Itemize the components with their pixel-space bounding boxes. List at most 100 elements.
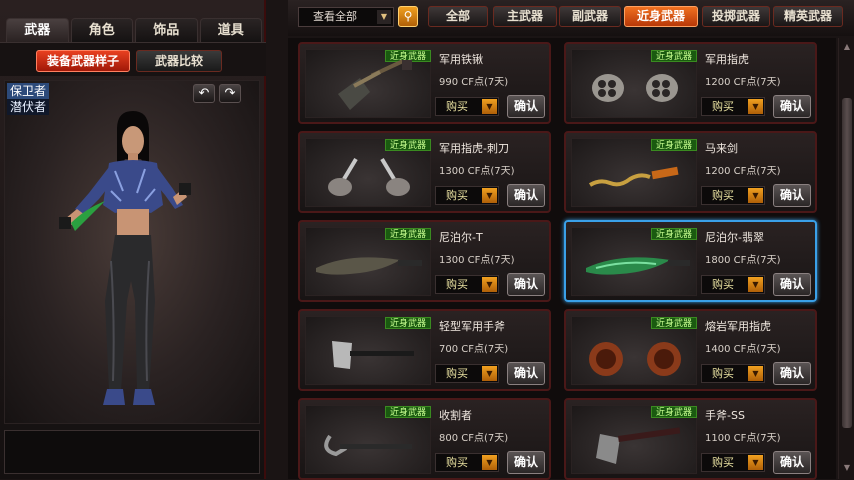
category-all[interactable]: 全部: [428, 6, 488, 27]
category-secondary[interactable]: 副武器: [559, 6, 621, 27]
confirm-button[interactable]: 确认: [507, 451, 545, 474]
item-price: 1200 CF点(7天): [705, 77, 781, 88]
item-price: 800 CF点(7天): [439, 433, 509, 444]
confirm-button[interactable]: 确认: [773, 362, 811, 385]
grid-scrollbar[interactable]: ▲ ▼: [838, 38, 854, 479]
knuckles-icon: [592, 74, 678, 102]
item-thumbnail: 近身武器: [571, 316, 697, 385]
item-name: 手斧-SS: [705, 409, 745, 422]
confirm-button[interactable]: 确认: [507, 184, 545, 207]
chevron-down-icon[interactable]: ▼: [482, 277, 497, 292]
chevron-down-icon[interactable]: ▼: [748, 455, 763, 470]
item-name: 尼泊尔-翡翠: [705, 231, 764, 244]
tab-weapons[interactable]: 武器: [6, 18, 69, 42]
chevron-down-icon[interactable]: ▼: [748, 99, 763, 114]
item-name: 熔岩军用指虎: [705, 320, 771, 333]
character-preview: 保卫者 潜伏者 ↶ ↷: [4, 80, 260, 424]
item-price: 700 CF点(7天): [439, 344, 509, 355]
item-card[interactable]: 近身武器 熔岩军用指虎 1400 CF点(7天) 购买 ▼ 确认: [564, 309, 817, 391]
item-name: 马来剑: [705, 142, 738, 155]
mode-defender[interactable]: 保卫者: [7, 83, 50, 99]
confirm-button[interactable]: 确认: [773, 273, 811, 296]
category-elite[interactable]: 精英武器: [773, 6, 843, 27]
item-grid: 近身武器 军用铁锹 990 CF点(7天) 购买 ▼ 确认 近身武器 军用指虎 …: [288, 38, 836, 480]
item-name: 军用铁锹: [439, 53, 483, 66]
buy-label: 购买: [712, 100, 734, 113]
buy-dropdown[interactable]: 购买 ▼: [701, 275, 765, 294]
chevron-down-icon[interactable]: ▼: [748, 188, 763, 203]
item-thumbnail: 近身武器: [571, 227, 697, 296]
buy-dropdown[interactable]: 购买 ▼: [435, 364, 499, 383]
item-price: 1300 CF点(7天): [439, 255, 515, 266]
reaper-icon: [324, 434, 412, 457]
item-price: 1300 CF点(7天): [439, 166, 515, 177]
confirm-button[interactable]: 确认: [773, 95, 811, 118]
chevron-down-icon[interactable]: ▼: [748, 366, 763, 381]
buy-dropdown[interactable]: 购买 ▼: [701, 97, 765, 116]
chevron-down-icon[interactable]: ▼: [748, 277, 763, 292]
kukri-jade-icon: [586, 257, 690, 275]
equip-sample-button[interactable]: 装备武器样子: [36, 50, 130, 72]
buy-dropdown[interactable]: 购买 ▼: [435, 453, 499, 472]
mode-list: 保卫者 潜伏者: [7, 83, 50, 115]
scroll-up-icon[interactable]: ▲: [841, 42, 853, 54]
buy-dropdown[interactable]: 购买 ▼: [435, 97, 499, 116]
scroll-down-icon[interactable]: ▼: [841, 463, 853, 475]
scroll-thumb[interactable]: [842, 98, 852, 428]
tab-items[interactable]: 道具: [199, 18, 262, 42]
rotate-right-button[interactable]: ↷: [219, 84, 241, 103]
category-melee[interactable]: 近身武器: [624, 6, 698, 27]
item-card[interactable]: 近身武器 收割者 800 CF点(7天) 购买 ▼ 确认: [298, 398, 551, 480]
hatchet-icon: [332, 341, 414, 369]
item-card[interactable]: 近身武器 马来剑 1200 CF点(7天) 购买 ▼ 确认: [564, 131, 817, 213]
knuckle-knife-icon: [328, 157, 410, 196]
item-card-selected[interactable]: 近身武器 尼泊尔-翡翠 1800 CF点(7天) 购买 ▼ 确认: [564, 220, 817, 302]
chevron-down-icon[interactable]: ▼: [377, 10, 391, 24]
buy-label: 购买: [712, 367, 734, 380]
item-card[interactable]: 近身武器 手斧-SS 1100 CF点(7天) 购买 ▼ 确认: [564, 398, 817, 480]
chevron-down-icon[interactable]: ▼: [482, 455, 497, 470]
item-card[interactable]: 近身武器 军用铁锹 990 CF点(7天) 购买 ▼ 确认: [298, 42, 551, 124]
chevron-down-icon[interactable]: ▼: [482, 99, 497, 114]
buy-dropdown[interactable]: 购买 ▼: [701, 364, 765, 383]
buy-label: 购买: [446, 367, 468, 380]
search-icon[interactable]: ⚲: [398, 6, 418, 27]
chevron-down-icon[interactable]: ▼: [482, 366, 497, 381]
item-card[interactable]: 近身武器 轻型军用手斧 700 CF点(7天) 购买 ▼ 确认: [298, 309, 551, 391]
buy-dropdown[interactable]: 购买 ▼: [435, 186, 499, 205]
shop-top-bar: 查看全部 ▼ ⚲ 全部 主武器 副武器 近身武器 投掷武器 精英武器: [288, 0, 854, 36]
buy-dropdown[interactable]: 购买 ▼: [701, 186, 765, 205]
buy-label: 购买: [446, 456, 468, 469]
item-name: 尼泊尔-T: [439, 231, 483, 244]
tab-character[interactable]: 角色: [70, 18, 133, 42]
confirm-button[interactable]: 确认: [507, 273, 545, 296]
confirm-button[interactable]: 确认: [507, 95, 545, 118]
item-card[interactable]: 近身武器 军用指虎 1200 CF点(7天) 购买 ▼ 确认: [564, 42, 817, 124]
compare-button[interactable]: 武器比较: [136, 50, 222, 72]
item-thumbnail: 近身武器: [305, 316, 431, 385]
lava-knuckles-icon: [589, 342, 681, 376]
item-card[interactable]: 近身武器 军用指虎-刺刀 1300 CF点(7天) 购买 ▼ 确认: [298, 131, 551, 213]
shovel-icon: [338, 60, 412, 110]
filter-value: 查看全部: [313, 10, 357, 23]
buy-dropdown[interactable]: 购买 ▼: [701, 453, 765, 472]
category-throwing[interactable]: 投掷武器: [702, 6, 770, 27]
filter-dropdown[interactable]: 查看全部 ▼: [298, 7, 394, 27]
buy-dropdown[interactable]: 购买 ▼: [435, 275, 499, 294]
buy-label: 购买: [712, 456, 734, 469]
item-thumbnail: 近身武器: [305, 405, 431, 474]
buy-label: 购买: [446, 189, 468, 202]
left-subbar: 装备武器样子 武器比较: [0, 42, 266, 76]
confirm-button[interactable]: 确认: [507, 362, 545, 385]
tab-accessories[interactable]: 饰品: [135, 18, 198, 42]
item-price: 1100 CF点(7天): [705, 433, 781, 444]
left-panel: 武器 角色 饰品 道具 装备武器样子 武器比较 保卫者 潜伏者 ↶ ↷: [0, 0, 266, 479]
mode-infiltrator[interactable]: 潜伏者: [7, 99, 50, 115]
category-primary[interactable]: 主武器: [493, 6, 557, 27]
chat-box[interactable]: [4, 430, 260, 474]
item-card[interactable]: 近身武器 尼泊尔-T 1300 CF点(7天) 购买 ▼ 确认: [298, 220, 551, 302]
item-thumbnail: 近身武器: [571, 138, 697, 207]
confirm-button[interactable]: 确认: [773, 184, 811, 207]
chevron-down-icon[interactable]: ▼: [482, 188, 497, 203]
confirm-button[interactable]: 确认: [773, 451, 811, 474]
